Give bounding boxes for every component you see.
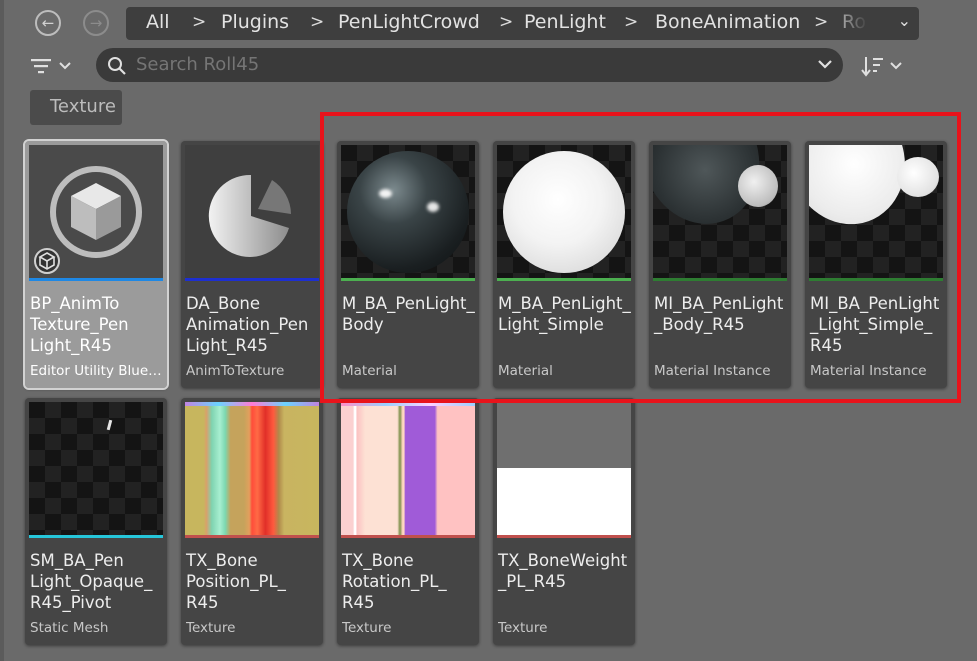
asset-type-label: Texture <box>186 620 236 636</box>
asset-name: BP_AnimTo Texture_Pen Light_R45 <box>30 294 129 355</box>
back-button[interactable]: ← <box>35 10 61 36</box>
asset-name: TX_Bone Rotation_PL_ R45 <box>342 551 447 612</box>
breadcrumb-item-boneanimation[interactable]: BoneAnimation <box>655 11 800 33</box>
asset-thumbnail <box>29 402 163 536</box>
filter-chip-label: Texture <box>50 96 116 117</box>
asset-tile[interactable]: MI_BA_PenLight _Body_R45 Material Instanc… <box>649 141 791 388</box>
chevron-down-icon[interactable]: ⌄ <box>898 11 911 30</box>
asset-type-color-bar <box>29 535 163 538</box>
asset-name: SM_BA_Pen Light_Opaque_ R45_Pivot <box>30 551 153 612</box>
asset-type-color-bar <box>653 278 787 281</box>
asset-tile[interactable]: M_BA_PenLight_ Light_Simple Material <box>493 141 635 388</box>
arrow-right-icon: → <box>89 13 103 32</box>
asset-name: TX_BoneWeight _PL_R45 <box>498 551 628 591</box>
search-input[interactable] <box>136 52 796 76</box>
data-asset-pie-icon <box>185 145 319 279</box>
asset-type-label: Texture <box>342 620 392 636</box>
asset-type-label: Static Mesh <box>30 620 109 636</box>
breadcrumb-separator: > <box>499 12 514 32</box>
forward-button[interactable]: → <box>83 10 109 36</box>
sort-icon <box>861 57 883 77</box>
breadcrumb-item-all[interactable]: All <box>146 11 170 33</box>
chevron-down-icon <box>59 62 71 70</box>
asset-tile[interactable]: TX_Bone Position_PL_ R45 Texture <box>181 398 323 645</box>
sort-button[interactable] <box>861 52 911 80</box>
filter-lines-icon <box>31 59 51 74</box>
asset-type-label: Texture <box>498 620 548 636</box>
chevron-down-icon[interactable] <box>817 58 833 70</box>
asset-type-color-bar <box>809 278 943 281</box>
asset-type-color-bar <box>341 535 475 538</box>
asset-tile[interactable]: BP_AnimTo Texture_Pen Light_R45 Editor Ut… <box>23 139 169 390</box>
asset-thumbnail <box>497 402 631 536</box>
filter-button[interactable] <box>30 52 82 80</box>
asset-name: MI_BA_PenLight _Light_Simple_ R45 <box>810 294 940 355</box>
breadcrumb-item-plugins[interactable]: Plugins <box>221 11 289 33</box>
breadcrumb-item-penlight[interactable]: PenLight <box>524 11 606 33</box>
asset-type-label: Editor Utility Bluep... <box>30 363 164 379</box>
asset-tile[interactable]: SM_BA_Pen Light_Opaque_ R45_Pivot Static … <box>25 398 167 645</box>
breadcrumb-separator: > <box>624 12 639 32</box>
left-panel-edge <box>0 0 4 661</box>
asset-thumbnail <box>341 402 475 536</box>
asset-tile[interactable]: TX_Bone Rotation_PL_ R45 Texture <box>337 398 479 645</box>
asset-type-label: Material Instance <box>810 363 927 379</box>
asset-name: MI_BA_PenLight _Body_R45 <box>654 294 784 334</box>
asset-name: DA_Bone Animation_Pen Light_R45 <box>186 294 309 355</box>
asset-type-color-bar <box>185 535 319 538</box>
asset-thumbnail <box>653 145 787 279</box>
asset-type-label: Material Instance <box>654 363 771 379</box>
breadcrumb-separator: > <box>310 12 325 32</box>
asset-thumbnail <box>497 145 631 279</box>
chevron-down-icon <box>890 62 902 70</box>
asset-name: M_BA_PenLight_ Body <box>342 294 475 334</box>
editor-utility-cube-icon <box>29 145 163 279</box>
asset-thumbnail <box>341 145 475 279</box>
asset-tile[interactable]: M_BA_PenLight_ Body Material <box>337 141 479 388</box>
breadcrumb: All > Plugins > PenLightCrowd > PenLight… <box>126 7 919 40</box>
asset-thumbnail <box>185 402 319 536</box>
breadcrumb-fade <box>826 7 886 40</box>
search-bar[interactable] <box>96 48 843 82</box>
asset-tile[interactable]: DA_Bone Animation_Pen Light_R45 AnimToTex… <box>181 141 323 388</box>
asset-type-color-bar <box>341 278 475 281</box>
asset-thumbnail <box>809 145 943 279</box>
asset-name: M_BA_PenLight_ Light_Simple <box>498 294 631 334</box>
asset-name: TX_Bone Position_PL_ R45 <box>186 551 286 612</box>
asset-type-label: AnimToTexture <box>186 363 285 379</box>
search-icon <box>108 57 126 75</box>
asset-type-color-bar <box>29 278 163 281</box>
breadcrumb-separator: > <box>192 12 207 32</box>
asset-type-color-bar <box>497 278 631 281</box>
asset-tile[interactable]: TX_BoneWeight _PL_R45 Texture <box>493 398 635 645</box>
asset-type-color-bar <box>185 278 319 281</box>
asset-type-label: Material <box>342 363 397 379</box>
asset-tile[interactable]: MI_BA_PenLight _Light_Simple_ R45 Materia… <box>805 141 947 388</box>
asset-type-label: Material <box>498 363 553 379</box>
breadcrumb-item-penlightcrowd[interactable]: PenLightCrowd <box>338 11 480 33</box>
filter-chip-texture[interactable]: Texture <box>30 90 122 125</box>
asset-type-color-bar <box>497 535 631 538</box>
arrow-left-icon: ← <box>41 13 55 32</box>
